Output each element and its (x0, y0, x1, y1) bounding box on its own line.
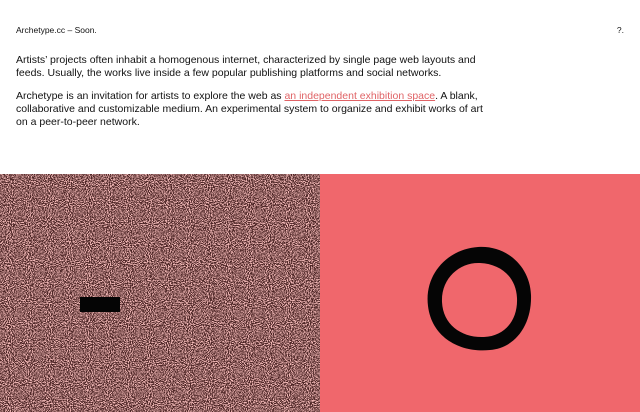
black-bar-shape (80, 297, 120, 312)
site-title-link[interactable]: Archetype.cc – Soon. (16, 23, 97, 37)
black-ring-shape (427, 246, 532, 351)
ring-artwork-tile[interactable] (320, 174, 640, 412)
exhibition-space-link[interactable]: an independent exhibition space (284, 90, 435, 102)
page: Archetype.cc – Soon. ?. Artists’ project… (0, 0, 640, 412)
intro-paragraph-1: Artists’ projects often inhabit a homoge… (16, 54, 476, 79)
noise-artwork-tile[interactable] (0, 174, 320, 412)
help-link[interactable]: ?. (617, 23, 624, 37)
intro-text: Artists’ projects often inhabit a homoge… (16, 54, 486, 129)
noise-texture-image (0, 174, 320, 412)
artwork-gallery (0, 174, 640, 412)
intro-paragraph-2-lead: Archetype is an invitation for artists t… (16, 90, 285, 102)
intro-paragraph-2: Archetype is an invitation for artists t… (16, 90, 486, 129)
site-header: Archetype.cc – Soon. ?. (16, 23, 624, 37)
